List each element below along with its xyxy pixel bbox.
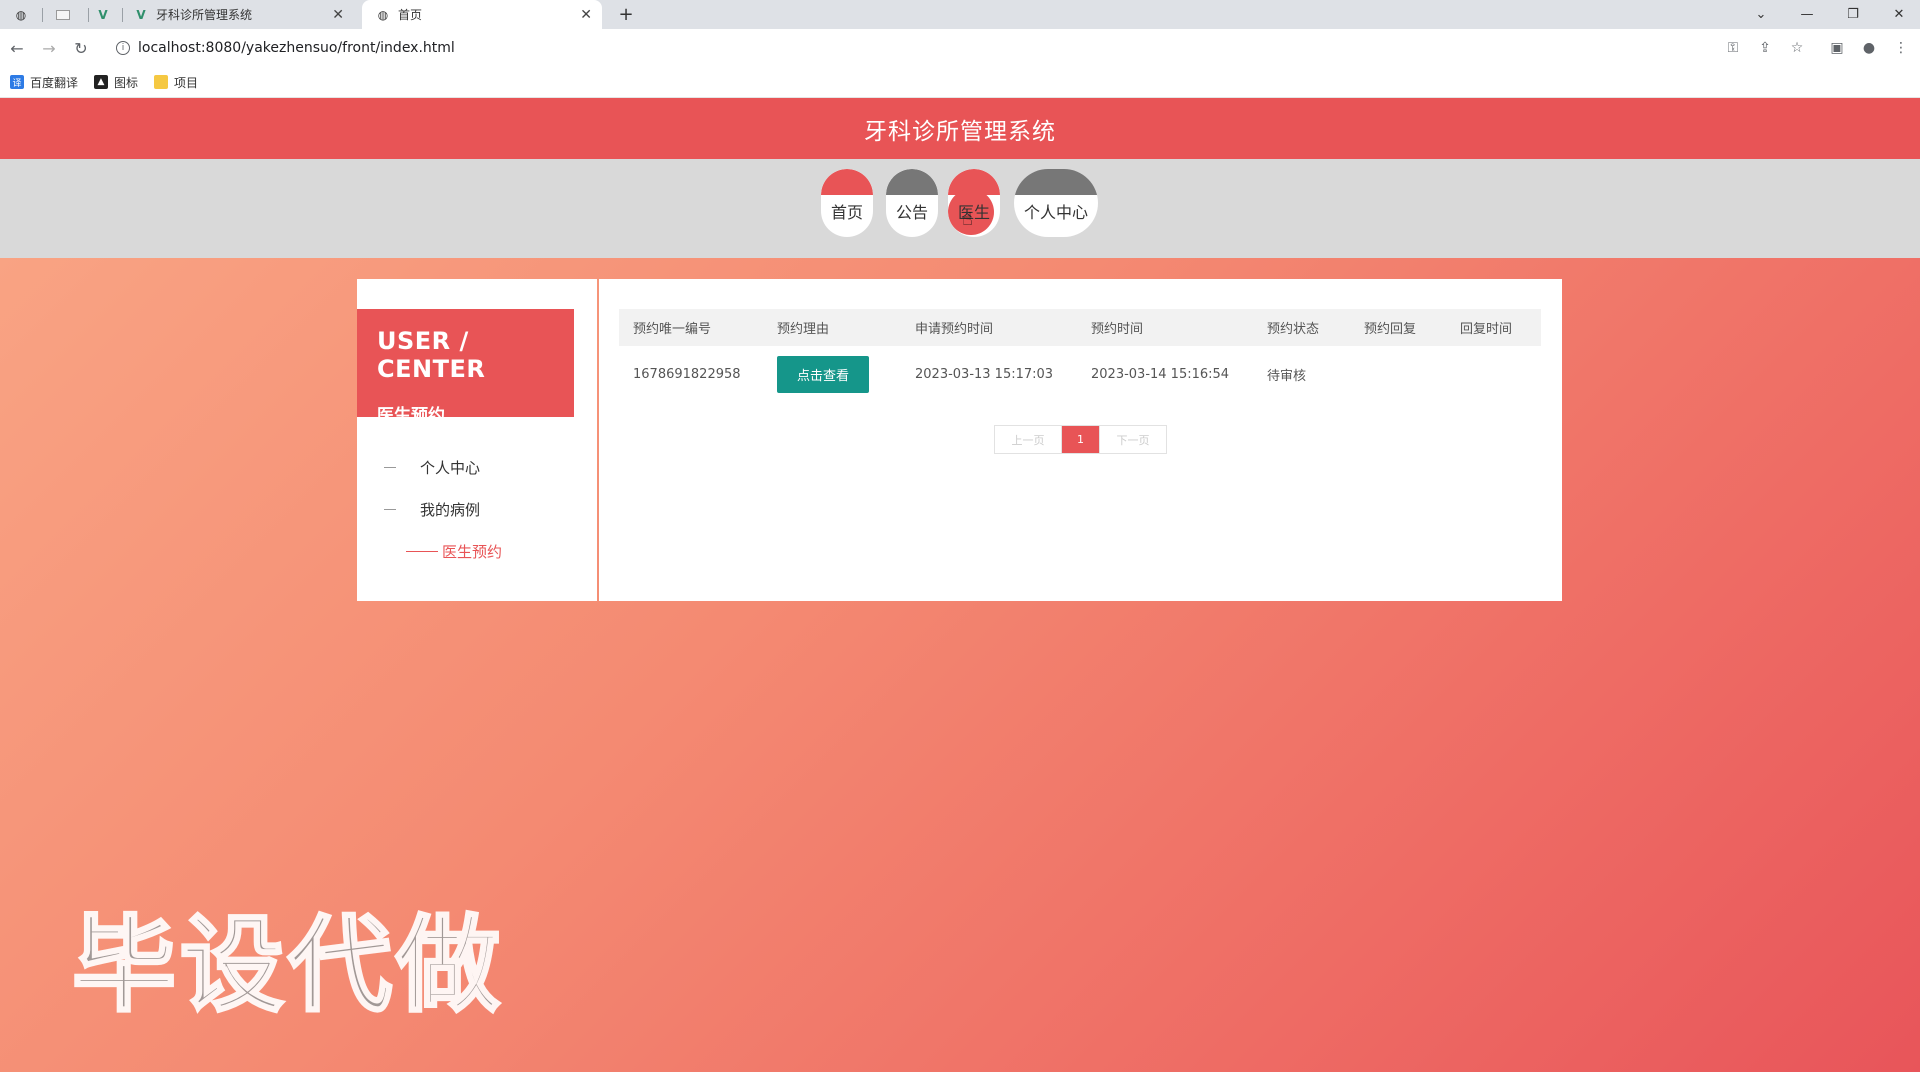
cell-status: 待审核 <box>1267 368 1307 384</box>
page-1-button[interactable]: 1 <box>1062 426 1099 453</box>
browser-tab-2[interactable]: V <box>96 0 118 29</box>
bookmark-baidu-translate[interactable]: 译 百度翻译 <box>10 74 78 91</box>
star-icon[interactable]: ☆ <box>1786 37 1808 59</box>
main-nav: 首页 公告 医生 个人中心 ☝ <box>0 159 1920 258</box>
tab-label: 首页 <box>398 8 423 22</box>
bookmark-icons[interactable]: ▲ 图标 <box>94 74 138 91</box>
new-tab-button[interactable]: + <box>614 0 638 29</box>
cell-reason: 点击查看 <box>763 355 901 393</box>
reload-icon[interactable]: ↻ <box>70 37 92 59</box>
next-page-button[interactable]: 下一页 <box>1099 426 1166 453</box>
appointment-table: 预约唯一编号 预约理由 申请预约时间 预约时间 预约状态 预约回复 回复时间 1… <box>619 309 1541 402</box>
nav-notice[interactable]: 公告 <box>886 169 938 237</box>
forward-arrow-icon[interactable]: → <box>38 37 60 59</box>
vue-logo-icon: V <box>98 7 108 22</box>
close-icon[interactable]: ✕ <box>332 7 344 23</box>
nav-user-center[interactable]: 个人中心 <box>1014 169 1098 237</box>
site-header: 牙科诊所管理系统 <box>0 98 1920 159</box>
nav-doctor[interactable]: 医生 <box>948 169 1000 237</box>
watermark-text: 毕设代做 <box>70 903 505 1028</box>
browser-tab-1[interactable] <box>56 0 78 29</box>
user-center-sidebar: USER / CENTER 医生预约 个人中心 我的病例 医生预约 <box>357 279 597 601</box>
dash-icon <box>406 550 438 552</box>
bookmarks-bar: 译 百度翻译 ▲ 图标 项目 <box>0 67 1920 98</box>
back-arrow-icon[interactable]: ← <box>6 37 28 59</box>
info-icon[interactable]: i <box>116 41 130 55</box>
tab-label: 牙科诊所管理系统 <box>156 8 253 22</box>
profile-avatar-icon[interactable]: ● <box>1858 37 1880 59</box>
column-header: 预约唯一编号 <box>633 322 712 337</box>
column-header: 预约状态 <box>1267 322 1320 337</box>
column-header: 预约理由 <box>777 322 830 337</box>
close-window-button[interactable]: ✕ <box>1876 0 1920 29</box>
table-row: 1678691822958 点击查看 2023-03-13 15:17:03 2… <box>619 346 1541 402</box>
share-icon[interactable]: ⇪ <box>1754 37 1776 59</box>
browser-tab-0[interactable]: ◍ <box>14 0 36 29</box>
menu-dots-icon[interactable]: ⋮ <box>1890 37 1912 59</box>
column-header: 预约时间 <box>1091 322 1144 337</box>
cell-id: 1678691822958 <box>633 366 741 382</box>
sidebar-menu: 个人中心 我的病例 医生预约 <box>384 446 502 572</box>
nav-cap <box>1014 169 1098 195</box>
browser-tab-4[interactable]: ◍ 首页 ✕ <box>362 0 602 29</box>
dash-icon <box>384 508 396 510</box>
folder-icon <box>154 75 169 89</box>
sidebar-item-my-cases[interactable]: 我的病例 <box>384 488 502 530</box>
browser-tab-bar: ◍ V V 牙科诊所管理系统 ✕ ◍ 首页 ✕ + ⌄ — ❐ ✕ <box>0 0 1920 29</box>
bookmark-projects[interactable]: 项目 <box>154 74 198 91</box>
dash-icon <box>384 466 396 468</box>
column-header: 回复时间 <box>1460 322 1513 337</box>
vue-logo-icon: V <box>136 7 146 22</box>
nav-cap <box>886 169 938 195</box>
column-header: 申请预约时间 <box>915 322 994 337</box>
nav-cap <box>821 169 873 195</box>
blank-page-icon <box>56 9 70 20</box>
minimize-button[interactable]: — <box>1784 0 1830 29</box>
globe-icon: ◍ <box>15 7 27 22</box>
sidebar-item-doctor-appointment[interactable]: 医生预约 <box>384 530 502 572</box>
site-title: 牙科诊所管理系统 <box>864 118 1056 145</box>
url-text: localhost:8080/yakezhensuo/front/index.h… <box>138 40 455 56</box>
close-icon[interactable]: ✕ <box>580 7 592 23</box>
view-reason-button[interactable]: 点击查看 <box>777 355 869 393</box>
image-icon: ▲ <box>94 75 109 89</box>
prev-page-button[interactable]: 上一页 <box>995 426 1062 453</box>
cell-appoint-time: 2023-03-14 15:16:54 <box>1091 366 1230 382</box>
column-header: 预约回复 <box>1364 322 1417 337</box>
table-header: 预约唯一编号 预约理由 申请预约时间 预约时间 预约状态 预约回复 回复时间 <box>619 309 1541 346</box>
sidebar-title-en: USER / CENTER <box>377 327 486 383</box>
key-icon[interactable]: ⚿ <box>1722 37 1744 59</box>
browser-tab-3[interactable]: V 牙科诊所管理系统 ✕ <box>134 0 354 29</box>
pagination: 上一页 1 下一页 <box>994 425 1167 454</box>
globe-icon: ◍ <box>377 7 389 22</box>
mouse-cursor-icon: ☝ <box>962 209 973 230</box>
address-bar-row: ← → ↻ i localhost:8080/yakezhensuo/front… <box>0 29 1920 67</box>
cell-apply-time: 2023-03-13 15:17:03 <box>915 366 1054 382</box>
translate-icon: 译 <box>10 75 24 89</box>
side-panel-icon[interactable]: ▣ <box>1826 37 1848 59</box>
appointment-panel: 预约唯一编号 预约理由 申请预约时间 预约时间 预约状态 预约回复 回复时间 1… <box>599 279 1562 601</box>
nav-home[interactable]: 首页 <box>821 169 873 237</box>
tab-search-icon[interactable]: ⌄ <box>1738 0 1784 29</box>
url-field[interactable]: i localhost:8080/yakezhensuo/front/index… <box>106 33 1806 63</box>
sidebar-item-user-center[interactable]: 个人中心 <box>384 446 502 488</box>
sidebar-title-cn: 医生预约 <box>377 406 445 426</box>
restore-button[interactable]: ❐ <box>1830 0 1876 29</box>
sidebar-header: USER / CENTER 医生预约 <box>357 309 574 426</box>
